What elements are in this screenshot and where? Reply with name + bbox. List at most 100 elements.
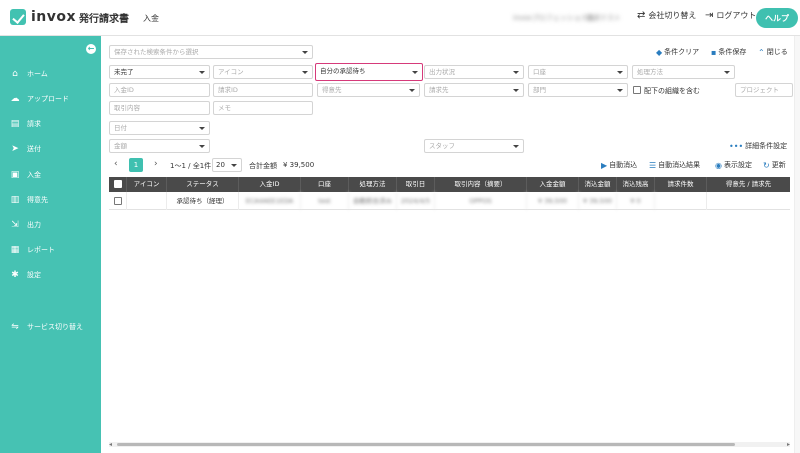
user-name: 請求テスト [586, 14, 621, 22]
inbox-icon: ▣ [10, 170, 20, 180]
payment-id-input[interactable]: 入金ID [109, 83, 210, 97]
sidebar-item-invoice[interactable]: ▤ 請求 [0, 116, 101, 132]
select-all-checkbox[interactable] [114, 180, 122, 188]
saved-search-select[interactable]: 保存された検索条件から選択 [109, 45, 313, 59]
process-method-select[interactable]: 処理方法 [632, 65, 735, 79]
app-logo[interactable]: invox 発行請求書 [10, 9, 129, 25]
send-icon: ➤ [11, 144, 19, 154]
total-amount-label: 合計金額 [249, 162, 277, 170]
scrollbar-thumb[interactable] [117, 443, 735, 446]
billing-to-placeholder: 請求先 [429, 86, 449, 94]
switch-company-label: 会社切り替え [648, 11, 697, 20]
sidebar-item-upload[interactable]: ☁ アップロード [0, 91, 101, 107]
sidebar-item-send[interactable]: ➤ 送付 [0, 141, 101, 157]
transaction-content-input[interactable]: 取引内容 [109, 101, 210, 115]
switch-icon: ⇋ [11, 322, 19, 332]
horizontal-scrollbar[interactable]: ◂ ▸ [109, 441, 790, 448]
date-select[interactable]: 日付 [109, 121, 210, 135]
people-switch-icon: ⇄ [637, 10, 646, 21]
page-title: 入金 [143, 14, 159, 23]
col-invoice-count[interactable]: 請求件数 [655, 177, 707, 192]
billing-to-select[interactable]: 請求先 [424, 83, 524, 97]
col-content[interactable]: 取引内容（摘要） [435, 177, 527, 192]
col-amount[interactable]: 入金金額 [527, 177, 579, 192]
sidebar-item-label: 送付 [27, 145, 41, 153]
project-select[interactable]: プロジェクト [735, 83, 793, 97]
eraser-icon: ◆ [656, 47, 663, 57]
col-account[interactable]: 口座 [301, 177, 349, 192]
col-reconciled[interactable]: 消込金額 [579, 177, 617, 192]
switch-company-button[interactable]: ⇄ 会社切り替え [637, 10, 696, 21]
approval-select[interactable]: 自分の承認待ち [315, 63, 423, 81]
document-icon: ▤ [10, 119, 20, 129]
col-icon[interactable]: アイコン [127, 177, 167, 192]
row-icon-cell [127, 192, 167, 210]
memo-input[interactable]: メモ [213, 101, 313, 115]
col-method[interactable]: 処理方法 [349, 177, 397, 192]
sidebar-item-payment[interactable]: ▣ 入金 [0, 167, 101, 183]
per-page-value: 20 [216, 161, 225, 169]
save-conditions-button[interactable]: ▪ 条件保存 [711, 47, 746, 57]
department-select[interactable]: 部門 [528, 83, 628, 97]
prev-page-icon[interactable]: ‹ [114, 159, 118, 169]
row-customer [707, 192, 790, 210]
row-account: test [301, 192, 349, 210]
logout-label: ログアウト [716, 11, 757, 20]
main-content: 保存された検索条件から選択 ◆ 条件クリア ▪ 条件保存 ⌃ 閉じる 未完了 アイコン… [101, 36, 800, 453]
invoice-id-placeholder: 請求ID [218, 86, 238, 94]
payment-id-placeholder: 入金ID [114, 86, 134, 94]
col-status[interactable]: ステータス [167, 177, 239, 192]
output-status-select[interactable]: 出力状況 [424, 65, 524, 79]
customer-placeholder: 得意先 [322, 86, 342, 94]
sidebar-item-settings[interactable]: ✱ 設定 [0, 267, 101, 283]
scroll-right-icon[interactable]: ▸ [787, 441, 790, 448]
auto-reconcile-result-button[interactable]: ☰ 自動消込結果 [649, 160, 700, 170]
clear-conditions-button[interactable]: ◆ 条件クリア [656, 47, 699, 57]
sidebar-item-home[interactable]: ⌂ ホーム [0, 66, 101, 82]
scroll-left-icon[interactable]: ◂ [109, 441, 112, 448]
advanced-label: 詳細条件設定 [745, 142, 788, 150]
next-page-icon[interactable]: › [154, 159, 158, 169]
vertical-scrollbar[interactable] [794, 36, 800, 453]
row-status: 承認待ち（経理） [167, 192, 239, 210]
current-page-button[interactable]: 1 [129, 158, 143, 172]
sidebar-item-switch-service[interactable]: ⇋ サービス切り替え [0, 319, 101, 335]
logout-button[interactable]: ⇥ ログアウト [705, 10, 756, 21]
amount-select[interactable]: 金額 [109, 139, 210, 153]
table-row[interactable]: 承認待ち（経理） ECA4AEE1EDA test 自動照合済み 2024/4/… [109, 192, 790, 210]
col-balance[interactable]: 消込残高 [617, 177, 655, 192]
col-date[interactable]: 取引日 [397, 177, 435, 192]
invoice-id-input[interactable]: 請求ID [213, 83, 313, 97]
row-content: OPPOS [435, 192, 527, 210]
col-customer[interactable]: 得意先 / 請求先 [707, 177, 790, 192]
staff-placeholder: スタッフ [429, 142, 455, 150]
advanced-conditions-button[interactable]: ••• 詳細条件設定 [729, 141, 787, 151]
memo-placeholder: メモ [218, 104, 231, 112]
output-status-placeholder: 出力状況 [429, 68, 455, 76]
collapse-sidebar-icon[interactable]: ← [86, 44, 96, 54]
refresh-button[interactable]: ↻ 更新 [763, 160, 786, 170]
col-payment-id[interactable]: 入金ID [239, 177, 301, 192]
auto-reconcile-button[interactable]: ▶ 自動消込 [601, 160, 637, 170]
help-button[interactable]: ヘルプ [756, 8, 798, 28]
sidebar-item-report[interactable]: ▦ レポート [0, 242, 101, 258]
icon-select[interactable]: アイコン [213, 65, 313, 79]
sidebar-item-customer[interactable]: ▥ 得意先 [0, 192, 101, 208]
display-settings-button[interactable]: ◉ 表示設定 [715, 160, 752, 170]
status-select[interactable]: 未完了 [109, 65, 210, 79]
auto-reconcile-result-label: 自動消込結果 [658, 161, 701, 169]
close-filters-button[interactable]: ⌃ 閉じる [758, 47, 788, 57]
company-name: invoxプロフェッショナル [513, 14, 595, 22]
auto-reconcile-label: 自動消込 [609, 161, 638, 169]
staff-select[interactable]: スタッフ [424, 139, 524, 153]
customer-select[interactable]: 得意先 [317, 83, 420, 97]
table-header: アイコン ステータス 入金ID 口座 処理方法 取引日 取引内容（摘要） 入金金… [109, 177, 790, 192]
sidebar-item-label: アップロード [27, 95, 69, 103]
sidebar-item-label: サービス切り替え [27, 323, 83, 331]
sidebar-item-output[interactable]: ⇲ 出力 [0, 217, 101, 233]
row-checkbox[interactable] [114, 197, 122, 205]
per-page-select[interactable]: 20 [212, 158, 242, 172]
account-select[interactable]: 口座 [528, 65, 628, 79]
include-sub-org-checkbox[interactable] [633, 86, 641, 94]
chevron-up-icon: ⌃ [758, 47, 765, 57]
